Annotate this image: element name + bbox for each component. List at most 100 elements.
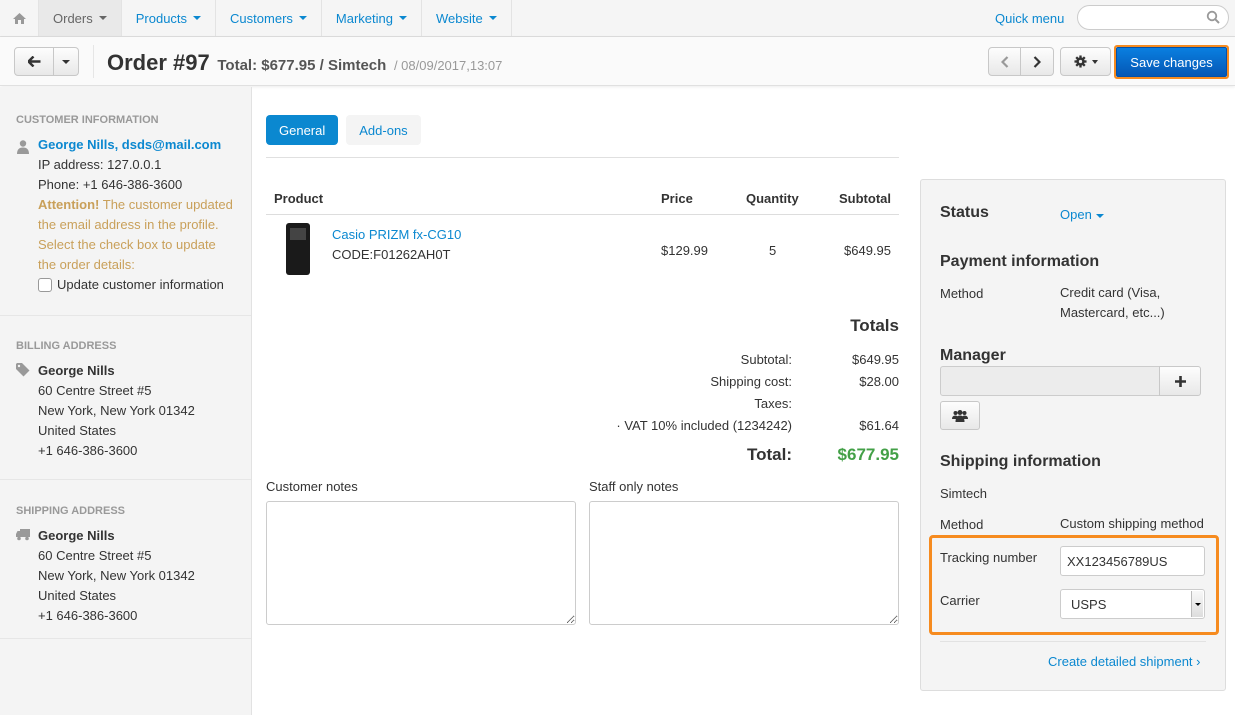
nav-website[interactable]: Website (422, 0, 512, 36)
truck-icon (16, 529, 30, 541)
panel-divider (940, 641, 1206, 642)
chevron-left-icon (1000, 55, 1008, 68)
billing-country: United States (38, 423, 117, 438)
totals-row: Taxes: (754, 395, 792, 411)
manager-input[interactable] (940, 366, 1160, 396)
create-detailed-shipment-link[interactable]: Create detailed shipment › (1048, 654, 1200, 669)
caret-down-icon (1091, 59, 1098, 64)
order-date: / 08/09/2017,13:07 (393, 58, 503, 73)
shipping-company: Simtech (940, 486, 987, 501)
products-table: Product Price Quantity Subtotal Casio PR… (266, 180, 899, 285)
staff-notes-label: Staff only notes (589, 479, 679, 494)
column-subtotal: Subtotal (839, 191, 891, 206)
column-price: Price (661, 191, 693, 206)
shipping-phone: +1 646-386-3600 (38, 608, 138, 623)
shipping-method-label: Method (940, 517, 984, 532)
product-code: CODE:F01262AH0T (332, 247, 451, 262)
staff-notes: Staff only notes (589, 479, 899, 628)
caret-down-icon (1194, 602, 1201, 606)
payment-info-title: Payment information (940, 253, 1100, 270)
tab-add-ons[interactable]: Add-ons (346, 115, 421, 145)
shipping-country: United States (38, 588, 117, 603)
shipping-city: New York, New York 01342 (38, 568, 195, 583)
search-input[interactable] (1088, 6, 1208, 29)
totals-title: Totals (850, 316, 899, 335)
nav-customers[interactable]: Customers (216, 0, 322, 36)
payment-method-value: Credit card (Visa, Mastercard, etc...) (1060, 285, 1165, 320)
staff-notes-textarea[interactable] (589, 501, 899, 625)
customer-ip: IP address: 127.0.0.1 (38, 157, 162, 172)
tracking-number-input[interactable] (1060, 546, 1205, 576)
order-number: Order #97 (107, 50, 210, 75)
chevron-down-icon (98, 16, 107, 20)
back-button[interactable] (14, 47, 54, 76)
customer-name-email-link[interactable]: George Nills, dsds@mail.com (38, 137, 221, 152)
manager-title: Manager (940, 347, 1006, 364)
product-name-link[interactable]: Casio PRIZM fx-CG10 (332, 227, 461, 242)
customer-notes-textarea[interactable] (266, 501, 576, 625)
chevron-right-icon (1033, 55, 1041, 68)
page-title: Order #97 Total: $677.95 / Simtech / 08/… (107, 50, 502, 76)
select-arrow (1191, 591, 1203, 617)
order-tabs: General Add-ons (266, 115, 429, 145)
chevron-down-icon (398, 16, 407, 20)
nav-marketing[interactable]: Marketing (322, 0, 422, 36)
product-quantity: 5 (769, 243, 777, 258)
billing-street: 60 Centre Street #5 (38, 383, 152, 398)
status-title: Status (940, 204, 989, 221)
customer-notes: Customer notes (266, 479, 576, 628)
payment-method-label: Method (940, 286, 984, 301)
search-icon[interactable] (1206, 10, 1220, 24)
column-quantity: Quantity (746, 191, 799, 206)
users-icon (952, 409, 968, 422)
caret-down-icon (1095, 213, 1104, 218)
chevron-down-icon (488, 16, 497, 20)
billing-address-section: Billing address George Nills 60 Centre S… (0, 316, 251, 480)
header-divider (93, 45, 94, 78)
nav-products[interactable]: Products (122, 0, 217, 36)
user-icon (17, 140, 29, 154)
back-dropdown-button[interactable] (54, 47, 79, 76)
update-customer-info-option[interactable]: Update customer information (16, 275, 235, 295)
prev-order-button[interactable] (988, 47, 1021, 76)
order-pager (988, 47, 1054, 76)
save-changes-button[interactable]: Save changes (1116, 47, 1227, 77)
choose-manager-button[interactable] (940, 401, 980, 430)
column-product: Product (274, 191, 324, 206)
customer-notes-label: Customer notes (266, 479, 358, 494)
page-header: Order #97 Total: $677.95 / Simtech / 08/… (0, 37, 1235, 86)
tab-general[interactable]: General (266, 115, 339, 145)
carrier-select[interactable]: USPS (1060, 589, 1205, 619)
chevron-down-icon (193, 16, 202, 20)
attention-label: Attention! (38, 197, 100, 212)
update-customer-info-checkbox[interactable] (38, 278, 52, 292)
grand-total-row: Total: $677.95 (746, 445, 899, 464)
customer-information-section: Customer information George Nills, dsds@… (0, 87, 251, 316)
billing-city: New York, New York 01342 (38, 403, 195, 418)
plus-icon (1174, 375, 1186, 387)
caret-down-icon (62, 59, 70, 64)
billing-name: George Nills (38, 363, 115, 378)
table-header: Product Price Quantity Subtotal (266, 180, 899, 215)
attention-message: Attention! The customer updated the emai… (16, 195, 235, 275)
home-button[interactable] (0, 0, 39, 36)
table-row: Casio PRIZM fx-CG10 CODE:F01262AH0T $129… (266, 215, 899, 285)
billing-phone: +1 646-386-3600 (38, 443, 138, 458)
tag-icon (16, 363, 30, 377)
nav-orders[interactable]: Orders (39, 0, 122, 36)
section-title: Customer information (16, 114, 159, 126)
save-highlight: Save changes (1114, 45, 1229, 79)
settings-dropdown-button[interactable] (1060, 47, 1111, 76)
quick-menu-link[interactable]: Quick menu (995, 11, 1064, 26)
product-subtotal: $649.95 (844, 243, 891, 258)
back-button-group (14, 47, 79, 76)
chevron-down-icon (298, 16, 307, 20)
update-customer-info-label: Update customer information (57, 277, 224, 292)
status-dropdown[interactable]: Open (1060, 207, 1104, 222)
next-order-button[interactable] (1021, 47, 1054, 76)
order-totals: Totals Subtotal: $649.95 Shipping cost: $2… (560, 316, 899, 472)
customer-phone: Phone: +1 646-386-3600 (38, 177, 183, 192)
carrier-selected-value: USPS (1071, 596, 1107, 612)
add-manager-button[interactable] (1159, 366, 1201, 396)
search-box (1077, 5, 1229, 30)
